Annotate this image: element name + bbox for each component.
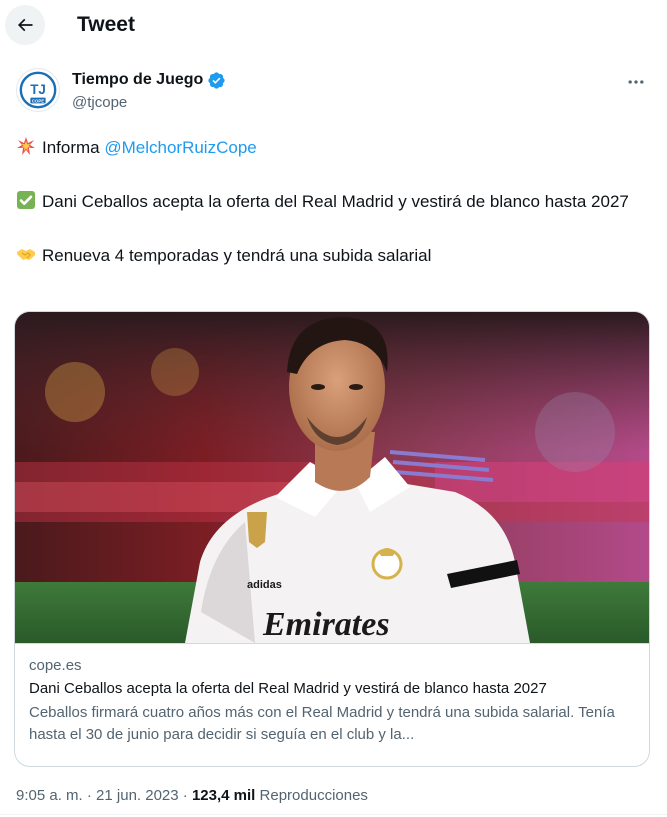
mention-link[interactable]: @MelchorRuizCope xyxy=(104,138,256,157)
handshake-emoji-icon xyxy=(17,249,35,260)
tweet-timestamp-row: 9:05 a. m. · 21 jun. 2023 · 123,4 mil Re… xyxy=(16,786,368,806)
tj-logo-icon: TJ COPE xyxy=(19,71,57,109)
separator-dot: · xyxy=(86,787,92,804)
avatar[interactable]: TJ COPE xyxy=(16,68,60,112)
tweet-date[interactable]: 21 jun. 2023 xyxy=(96,787,179,804)
views-count: 123,4 mil xyxy=(191,787,256,804)
card-meta: cope.es Dani Ceballos acepta la oferta d… xyxy=(15,643,649,766)
tweet-text: Informa @MelchorRuizCope Dani Ceballos a… xyxy=(16,136,646,268)
tweet-line-main: Dani Ceballos acepta la oferta del Real … xyxy=(16,190,646,214)
sponsor-text: Emirates xyxy=(262,606,390,643)
tweet-line2: Dani Ceballos acepta la oferta del Real … xyxy=(42,192,629,211)
author-name[interactable]: Tiempo de Juego xyxy=(72,70,203,90)
tweet-line-informa: Informa @MelchorRuizCope xyxy=(16,136,646,160)
check-mark-emoji-icon xyxy=(17,191,35,209)
author-handle[interactable]: @tjcope xyxy=(72,93,127,113)
card-image: Emirates adidas xyxy=(15,312,649,643)
more-options-button[interactable] xyxy=(621,70,651,94)
sponsor-brand: adidas xyxy=(247,579,282,591)
verified-badge-icon xyxy=(208,71,225,89)
tweet-time[interactable]: 9:05 a. m. xyxy=(16,787,83,804)
avatar-caption: COPE xyxy=(32,98,44,103)
divider xyxy=(0,814,667,815)
page-title: Tweet xyxy=(77,13,135,36)
card-title: Dani Ceballos acepta la oferta del Real … xyxy=(29,680,547,697)
separator-dot: · xyxy=(182,787,188,804)
author-name-row: Tiempo de Juego xyxy=(72,70,226,90)
tweet-author: TJ COPE Tiempo de Juego @tjcope xyxy=(16,68,651,118)
arrow-left-icon xyxy=(17,18,33,32)
card-description: Ceballos firmará cuatro años más con el … xyxy=(29,704,615,743)
player-photo: Emirates adidas xyxy=(15,312,649,643)
avatar-monogram: TJ xyxy=(30,82,46,97)
tweet-header: Tweet xyxy=(0,0,667,52)
views-label: Reproducciones xyxy=(259,787,368,804)
card-domain: cope.es xyxy=(29,657,82,674)
tweet-line1-prefix: Informa xyxy=(42,138,105,157)
more-horizontal-icon xyxy=(628,80,644,84)
collision-emoji-icon xyxy=(17,137,35,155)
link-preview-card[interactable]: Emirates adidas cope.es Dani Ceballos ac… xyxy=(14,311,650,767)
tweet-line-renueva: Renueva 4 temporadas y tendrá una subida… xyxy=(16,244,646,268)
back-button[interactable] xyxy=(5,5,45,45)
tweet-line3: Renueva 4 temporadas y tendrá una subida… xyxy=(42,246,432,265)
